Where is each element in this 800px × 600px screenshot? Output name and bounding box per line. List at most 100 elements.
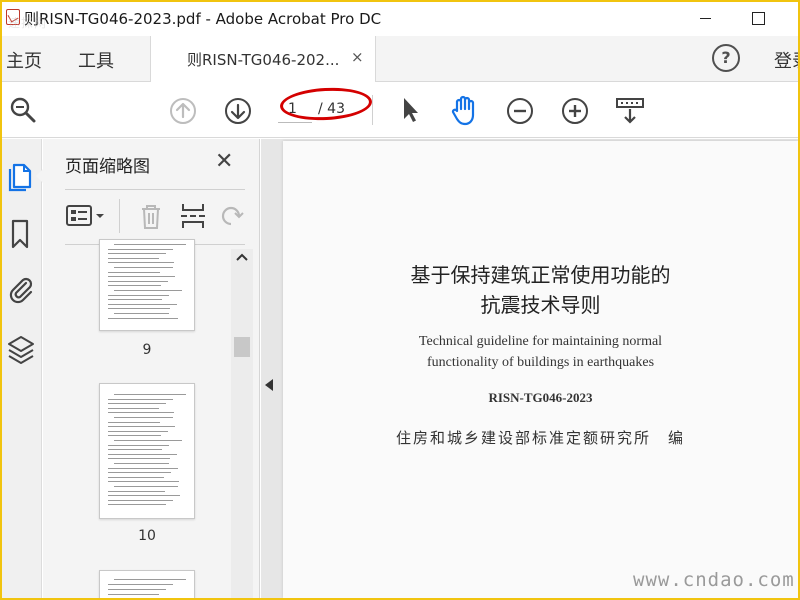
tab-home[interactable]: 主页 bbox=[6, 47, 42, 73]
doc-english-title-line-1: Technical guideline for maintaining norm… bbox=[418, 334, 663, 349]
thumbnail-text-line bbox=[108, 476, 164, 478]
thumbnail-text-line bbox=[108, 499, 173, 501]
thumbnail-text-line bbox=[108, 276, 175, 278]
thumbnail-text-line bbox=[108, 257, 159, 259]
maximize-button[interactable] bbox=[738, 2, 784, 36]
hand-tool-icon[interactable] bbox=[449, 93, 481, 127]
thumbnail-text-line bbox=[108, 449, 162, 451]
thumbnail-text-line bbox=[108, 294, 169, 296]
thumbnail-text-line bbox=[108, 421, 160, 423]
thumbnail-toolbar bbox=[65, 197, 245, 237]
thumbnail-text-line bbox=[114, 267, 173, 268]
select-pointer-icon[interactable] bbox=[398, 95, 422, 125]
layers-icon[interactable] bbox=[6, 333, 36, 367]
tab-document[interactable]: 则RISN-TG046-202... × bbox=[150, 36, 376, 82]
thumbnail-text-line bbox=[108, 271, 160, 273]
pdf-page: 基于保持建筑正常使用功能的 抗震技术导则 Technical guideline… bbox=[283, 141, 798, 598]
site-watermark: www.cndao.com bbox=[633, 569, 795, 591]
page-thumbnails-icon[interactable] bbox=[6, 159, 36, 193]
zoom-in-icon[interactable] bbox=[560, 96, 590, 126]
navigation-rail bbox=[2, 139, 43, 598]
scroll-thumb[interactable] bbox=[234, 337, 250, 357]
window-title: 则RISN-TG046-2023.pdf - Adobe Acrobat Pro… bbox=[24, 10, 382, 28]
thumbnail-text-line bbox=[108, 453, 177, 455]
thumbnail-text-line bbox=[114, 486, 178, 487]
thumbnail-text-line bbox=[108, 299, 162, 301]
scroll-up-icon[interactable] bbox=[236, 253, 248, 261]
thumbnail-text-line bbox=[108, 490, 165, 492]
thumbnail-text-line bbox=[114, 290, 182, 291]
thumbnail-label-10: 10 bbox=[138, 528, 156, 544]
page-up-icon[interactable] bbox=[168, 96, 198, 126]
thumbnail-scrollbar[interactable] bbox=[231, 249, 253, 598]
thumbnail-text-line bbox=[108, 317, 178, 319]
bookmark-icon[interactable] bbox=[6, 217, 36, 251]
thumbnail-text-line bbox=[108, 303, 177, 305]
thumbnail-text-line bbox=[108, 481, 179, 483]
doc-publisher: 住房和城乡建设部标准定额研究所 编 bbox=[395, 429, 685, 447]
search-zoom-icon[interactable] bbox=[8, 95, 38, 125]
delete-page-icon[interactable] bbox=[137, 201, 165, 231]
thumbnail-text-line bbox=[108, 398, 173, 400]
close-tab-icon[interactable]: × bbox=[351, 48, 364, 66]
thumbnail-text-line bbox=[114, 417, 173, 418]
doc-standard-number: RISN-TG046-2023 bbox=[488, 390, 593, 405]
thumbnail-text-line bbox=[108, 253, 166, 255]
thumbnails-panel: 页面缩略图 ✕ 9 10 bbox=[43, 139, 260, 598]
thumbnail-page-11[interactable] bbox=[99, 570, 195, 598]
toolbar-divider bbox=[372, 95, 373, 125]
thumbnail-text-line bbox=[108, 412, 174, 414]
doc-title-line-2: 抗震技术导则 bbox=[480, 293, 601, 317]
tab-bar: 主页 工具 则RISN-TG046-202... × ? 登录 bbox=[2, 36, 798, 82]
thumbnail-text-line bbox=[108, 467, 178, 469]
thumbnail-text-line bbox=[108, 430, 168, 432]
thumbnail-text-line bbox=[108, 472, 171, 474]
thumbnail-text-line bbox=[108, 407, 159, 409]
signin-link[interactable]: 登录 bbox=[774, 47, 798, 73]
fit-page-icon[interactable] bbox=[614, 95, 646, 127]
thumbnail-text-line bbox=[114, 394, 186, 395]
thumbnail-page-9[interactable] bbox=[99, 239, 195, 331]
thumbnail-options-icon[interactable] bbox=[65, 203, 111, 229]
thumbnail-text-line bbox=[108, 285, 161, 287]
rotate-page-icon[interactable] bbox=[219, 201, 245, 231]
rail-active-pointer bbox=[36, 169, 43, 183]
doc-english-title-line-2: functionality of buildings in earthquake… bbox=[426, 355, 655, 370]
collapse-panel-icon[interactable] bbox=[265, 379, 273, 391]
thumbnail-text-line bbox=[108, 504, 166, 506]
thumbnail-text-line bbox=[108, 495, 180, 497]
panel-title: 页面缩略图 bbox=[65, 157, 150, 177]
thumbnail-text-line bbox=[114, 579, 186, 580]
page-down-icon[interactable] bbox=[223, 96, 253, 126]
thumbnail-text-line bbox=[114, 463, 169, 464]
thumbnail-text-line bbox=[108, 594, 159, 595]
corner-watermark: 速探网 bbox=[8, 16, 48, 30]
thumbnail-text-line bbox=[108, 308, 170, 310]
title-bar: 则RISN-TG046-2023.pdf - Adobe Acrobat Pro… bbox=[2, 2, 798, 36]
thumbnail-text-line bbox=[114, 244, 186, 245]
attachment-icon[interactable] bbox=[6, 273, 36, 307]
thumbnail-text-line bbox=[108, 426, 175, 428]
doc-title-line-1: 基于保持建筑正常使用功能的 bbox=[410, 263, 671, 287]
help-icon[interactable]: ? bbox=[712, 44, 740, 72]
zoom-out-icon[interactable] bbox=[505, 96, 535, 126]
thumbnail-text-line bbox=[108, 458, 170, 460]
thumbnail-text-line bbox=[108, 280, 168, 282]
thumbnail-text-line bbox=[108, 403, 166, 405]
acrobat-window: 则RISN-TG046-2023.pdf - Adobe Acrobat Pro… bbox=[2, 2, 798, 598]
thumbnail-text-line bbox=[114, 440, 182, 441]
thumbnail-text-line bbox=[108, 444, 169, 446]
thumbnail-text-line bbox=[108, 248, 173, 250]
thumbnail-toolbar-divider bbox=[119, 199, 120, 233]
thumbnail-text-line bbox=[114, 313, 169, 314]
thumbnail-text-line bbox=[108, 589, 166, 590]
thumbnail-label-9: 9 bbox=[142, 342, 152, 358]
document-viewport[interactable]: 基于保持建筑正常使用功能的 抗震技术导则 Technical guideline… bbox=[261, 139, 798, 598]
tab-document-label: 则RISN-TG046-202... bbox=[187, 51, 340, 69]
insert-page-icon[interactable] bbox=[179, 201, 207, 231]
tab-tools[interactable]: 工具 bbox=[78, 47, 114, 73]
close-panel-icon[interactable]: ✕ bbox=[215, 149, 233, 174]
minimize-button[interactable] bbox=[682, 2, 728, 36]
thumbnail-page-10[interactable] bbox=[99, 383, 195, 519]
annotation-circle bbox=[279, 85, 373, 123]
